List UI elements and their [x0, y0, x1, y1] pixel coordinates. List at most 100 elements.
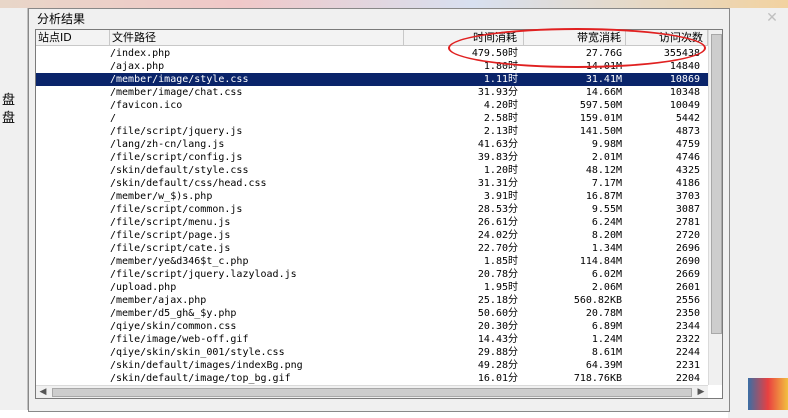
visit-count-cell: 2350: [675, 308, 700, 319]
table-row[interactable]: /skin/default/images/indexBg.png 49.28分 64…: [36, 359, 708, 372]
table-row[interactable]: /qiye/skin/common.css 20.30分 6.89M 2344: [36, 320, 708, 333]
file-path-cell: /file/script/cate.js: [110, 243, 231, 254]
bandwidth-cell: 1.24M: [591, 334, 622, 345]
table-row[interactable]: /upload.php 1.95时 2.06M 2601: [36, 281, 708, 294]
bandwidth-cell: 560.82KB: [573, 295, 622, 306]
dialog-title: 分析结果: [37, 12, 86, 26]
scroll-right-icon[interactable]: ▶: [694, 386, 708, 398]
time-cost-cell: 1.85时: [483, 256, 518, 267]
time-cost-cell: 24.02分: [477, 230, 518, 241]
table-row[interactable]: /ajax.php 1.80时 14.01M 14840: [36, 60, 708, 73]
table-row[interactable]: /member/w_$)s.php 3.91时 16.87M 3703: [36, 190, 708, 203]
column-header-site-id[interactable]: 站点ID: [36, 30, 110, 46]
visit-count-cell: 2696: [675, 243, 700, 254]
file-path-cell: /skin/default/css/head.css: [110, 178, 267, 189]
file-path-cell: /skin/default/style.css: [110, 165, 249, 176]
time-cost-cell: 50.60分: [477, 308, 518, 319]
time-cost-cell: 39.83分: [477, 152, 518, 163]
result-list[interactable]: 站点ID 文件路径 时间消耗 带宽消耗 访问次数 /index.php 479.5…: [35, 29, 723, 399]
visit-count-cell: 2344: [675, 321, 700, 332]
table-row[interactable]: /member/d5_gh&_$y.php 50.60分 20.78M 2350: [36, 307, 708, 320]
file-path-cell: /file/script/common.js: [110, 204, 243, 215]
table-row[interactable]: /favicon.ico 4.20时 597.50M 10049: [36, 99, 708, 112]
table-row[interactable]: /qiye/skin/skin_001/style.css 29.88分 8.61M…: [36, 346, 708, 359]
table-row[interactable]: /member/ye&d346$t_c.php 1.85时 114.84M 2690: [36, 255, 708, 268]
vertical-scrollbar[interactable]: [708, 30, 722, 385]
file-path-cell: /file/script/page.js: [110, 230, 231, 241]
close-icon[interactable]: ✕: [764, 10, 780, 26]
column-header-visits[interactable]: 访问次数: [626, 30, 708, 46]
visit-count-cell: 2669: [675, 269, 700, 280]
visit-count-cell: 4186: [675, 178, 700, 189]
file-path-cell: /qiye/skin/skin_001/style.css: [110, 347, 285, 358]
bandwidth-cell: 6.02M: [591, 269, 622, 280]
file-path-cell: /member/d5_gh&_$y.php: [110, 308, 237, 319]
visit-count-cell: 4325: [675, 165, 700, 176]
table-row[interactable]: /file/script/page.js 24.02分 8.20M 2720: [36, 229, 708, 242]
table-row[interactable]: /skin/default/style.css 1.20时 48.12M 4325: [36, 164, 708, 177]
bandwidth-cell: 8.61M: [591, 347, 622, 358]
bandwidth-cell: 31.41M: [585, 74, 622, 85]
table-row[interactable]: /member/image/chat.css 31.93分 14.66M 10348: [36, 86, 708, 99]
bandwidth-cell: 2.01M: [591, 152, 622, 163]
file-path-cell: /member/ye&d346$t_c.php: [110, 256, 249, 267]
file-path-cell: /lang/zh-cn/lang.js: [110, 139, 225, 150]
bandwidth-cell: 7.17M: [591, 178, 622, 189]
visit-count-cell: 2690: [675, 256, 700, 267]
time-cost-cell: 1.95时: [483, 282, 518, 293]
table-row[interactable]: /lang/zh-cn/lang.js 41.63分 9.98M 4759: [36, 138, 708, 151]
column-header-time[interactable]: 时间消耗: [404, 30, 524, 46]
vertical-scroll-thumb[interactable]: [711, 34, 722, 334]
table-row[interactable]: /file/script/config.js 39.83分 2.01M 4746: [36, 151, 708, 164]
time-cost-cell: 16.01分: [477, 373, 518, 384]
table-row[interactable]: /skin/default/image/top_bg.gif 16.01分 718.…: [36, 372, 708, 385]
time-cost-cell: 20.30分: [477, 321, 518, 332]
visit-count-cell: 355438: [663, 48, 700, 59]
analysis-result-dialog: 分析结果 站点ID 文件路径 时间消耗 带宽消耗 访问次数 /index.php…: [28, 8, 730, 412]
visit-count-cell: 10049: [669, 100, 700, 111]
visit-count-cell: 4759: [675, 139, 700, 150]
file-path-cell: /member/ajax.php: [110, 295, 207, 306]
bandwidth-cell: 141.50M: [579, 126, 622, 137]
table-row[interactable]: /file/script/jquery.js 2.13时 141.50M 4873: [36, 125, 708, 138]
table-row[interactable]: /file/script/jquery.lazyload.js 20.78分 6.0…: [36, 268, 708, 281]
visit-count-cell: 2781: [675, 217, 700, 228]
table-row[interactable]: /file/script/common.js 28.53分 9.55M 3087: [36, 203, 708, 216]
visit-count-cell: 2204: [675, 373, 700, 384]
visit-count-cell: 3087: [675, 204, 700, 215]
time-cost-cell: 2.13时: [483, 126, 518, 137]
time-cost-cell: 1.80时: [483, 61, 518, 72]
list-rows: /index.php 479.50时 27.76G 355438/ajax.php 1.…: [36, 47, 708, 385]
bandwidth-cell: 16.87M: [585, 191, 622, 202]
file-path-cell: /file/script/jquery.lazyload.js: [110, 269, 297, 280]
file-path-cell: /file/script/menu.js: [110, 217, 231, 228]
visit-count-cell: 5442: [675, 113, 700, 124]
table-row[interactable]: /member/image/style.css 1.11时 31.41M 10869: [36, 73, 708, 86]
list-header: 站点ID 文件路径 时间消耗 带宽消耗 访问次数: [36, 30, 708, 46]
scroll-left-icon[interactable]: ◀: [36, 386, 50, 398]
table-row[interactable]: /skin/default/css/head.css 31.31分 7.17M 418…: [36, 177, 708, 190]
table-row[interactable]: /index.php 479.50时 27.76G 355438: [36, 47, 708, 60]
bandwidth-cell: 27.76G: [585, 48, 622, 59]
time-cost-cell: 1.20时: [483, 165, 518, 176]
time-cost-cell: 26.61分: [477, 217, 518, 228]
horizontal-scrollbar[interactable]: ◀ ▶: [36, 385, 708, 398]
visit-count-cell: 3703: [675, 191, 700, 202]
table-row[interactable]: / 2.58时 159.01M 5442: [36, 112, 708, 125]
time-cost-cell: 479.50时: [471, 48, 518, 59]
table-row[interactable]: /member/ajax.php 25.18分 560.82KB 2556: [36, 294, 708, 307]
table-row[interactable]: /file/image/web-off.gif 14.43分 1.24M 2322: [36, 333, 708, 346]
visit-count-cell: 4873: [675, 126, 700, 137]
time-cost-cell: 3.91时: [483, 191, 518, 202]
file-path-cell: /member/image/chat.css: [110, 87, 243, 98]
time-cost-cell: 31.31分: [477, 178, 518, 189]
time-cost-cell: 25.18分: [477, 295, 518, 306]
table-row[interactable]: /file/script/cate.js 22.70分 1.34M 2696: [36, 242, 708, 255]
time-cost-cell: 41.63分: [477, 139, 518, 150]
horizontal-scroll-thumb[interactable]: [52, 388, 692, 397]
bandwidth-cell: 159.01M: [579, 113, 622, 124]
table-row[interactable]: /file/script/menu.js 26.61分 6.24M 2781: [36, 216, 708, 229]
visit-count-cell: 2720: [675, 230, 700, 241]
column-header-file-path[interactable]: 文件路径: [110, 30, 404, 46]
column-header-bandwidth[interactable]: 带宽消耗: [524, 30, 626, 46]
